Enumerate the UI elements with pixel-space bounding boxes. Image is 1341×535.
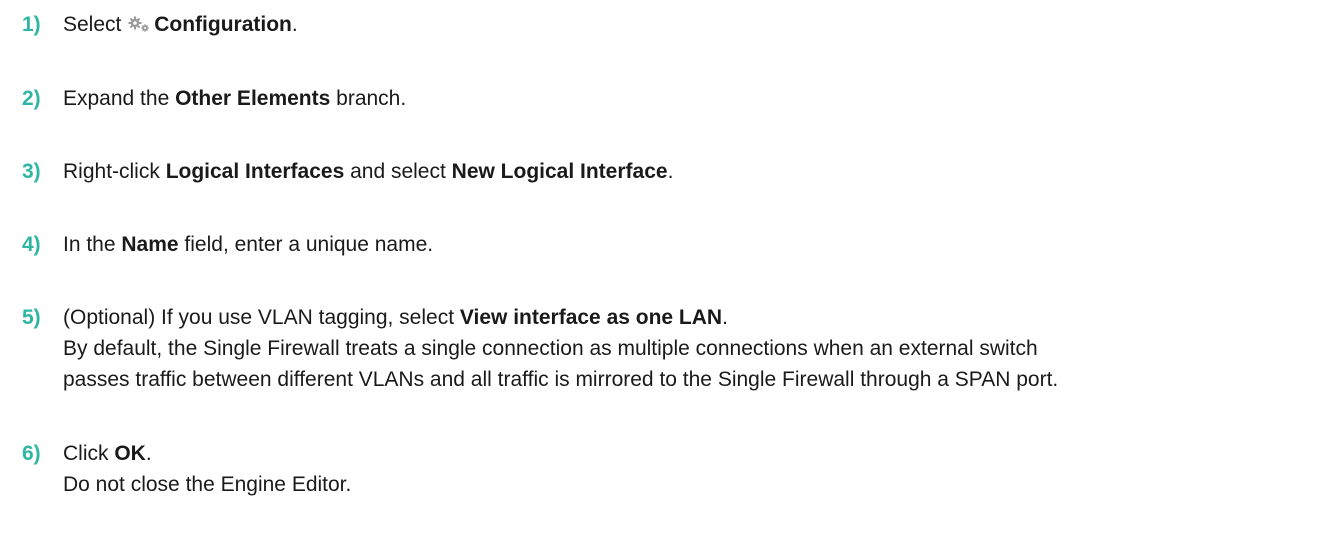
view-interface-as-one-lan-label: View interface as one LAN — [459, 306, 723, 329]
step-number: 2) — [22, 87, 41, 110]
step-number: 1) — [22, 13, 41, 36]
step-3-text-e: . — [667, 160, 674, 183]
step-number: 6) — [22, 442, 41, 465]
other-elements-label: Other Elements — [175, 87, 331, 110]
gear-icon — [128, 16, 149, 32]
step-4-text-c: field, enter a unique name. — [178, 233, 434, 256]
ok-label: OK — [114, 442, 146, 465]
step-1-text-c: . — [291, 13, 298, 36]
step-6-detail-line-1: Do not close the Engine Editor. — [63, 473, 352, 496]
step-number: 4) — [22, 233, 41, 256]
step-number: 3) — [22, 160, 41, 183]
step-5-detail-line-2: passes traffic between different VLANs a… — [63, 368, 1059, 391]
step-6-text-c: . — [145, 442, 152, 465]
new-logical-interface-label: New Logical Interface — [451, 160, 668, 183]
step-5-text-a: (Optional) If you use VLAN tagging, sele… — [63, 306, 460, 329]
step-3-text: Right-click Logical Interfaces and selec… — [63, 156, 673, 188]
step-3-text-a: Right-click — [63, 160, 166, 183]
step-5-detail-line-1: By default, the Single Firewall treats a… — [63, 337, 1038, 360]
step-2-text-c: branch. — [330, 87, 407, 110]
step-1-text: Select Configuration. — [63, 9, 298, 41]
step-6-text-a: Click — [63, 442, 115, 465]
step-2-text-a: Expand the — [63, 87, 176, 110]
logical-interfaces-label: Logical Interfaces — [165, 160, 345, 183]
configuration-label: Configuration — [154, 13, 292, 36]
step-6-text: Click OK. — [63, 438, 152, 470]
step-3-text-c: and select — [344, 160, 452, 183]
step-4-text-a: In the — [63, 233, 122, 256]
step-4-text: In the Name field, enter a unique name. — [63, 229, 433, 261]
step-2-text: Expand the Other Elements branch. — [63, 83, 406, 115]
step-5-text-c: . — [722, 306, 728, 329]
step-number: 5) — [22, 306, 41, 329]
step-1-text-a: Select — [63, 13, 122, 36]
procedure-page: { "steps": [ { "number": "1)", "parts": … — [0, 0, 1341, 535]
name-field-label: Name — [121, 233, 179, 256]
step-5-text: (Optional) If you use VLAN tagging, sele… — [63, 302, 728, 334]
